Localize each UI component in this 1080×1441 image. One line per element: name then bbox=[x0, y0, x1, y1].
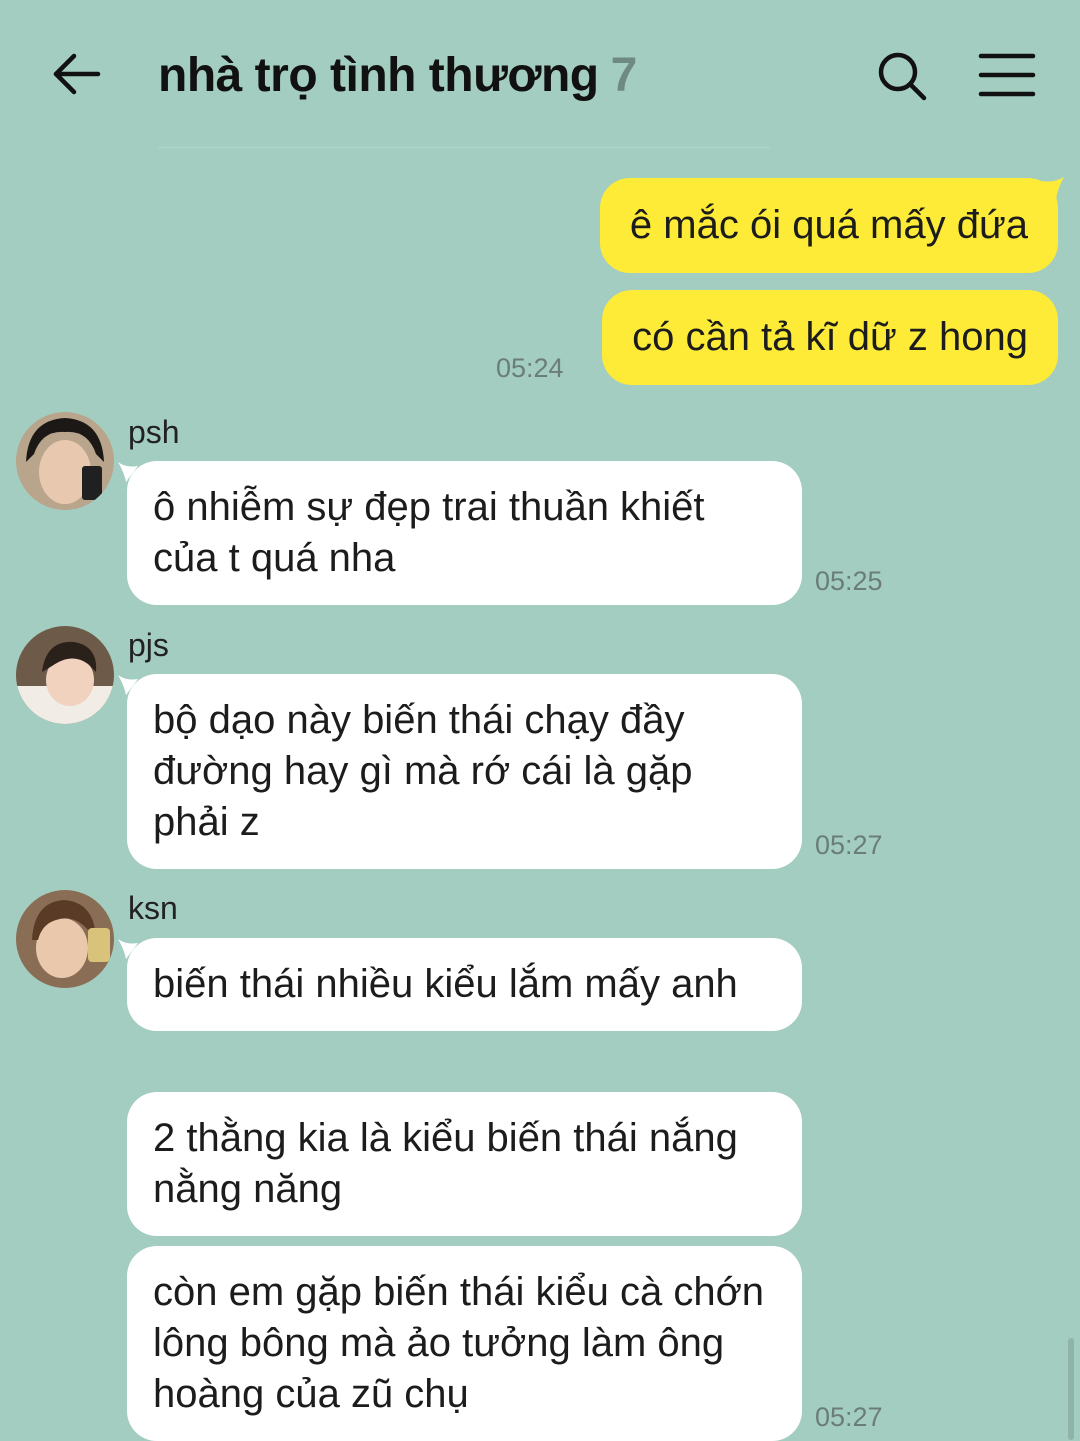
message-text: còn em gặp biến thái kiểu cà chớn lông b… bbox=[153, 1270, 765, 1416]
message-bubble[interactable]: ô nhiễm sự đẹp trai thuần khiết của t qu… bbox=[127, 461, 802, 605]
my-message-bubble[interactable]: có cần tả kĩ dữ z hong bbox=[602, 290, 1058, 385]
sender-name: pjs bbox=[128, 627, 169, 663]
message-time: 05:27 bbox=[815, 1402, 883, 1432]
hamburger-menu-icon bbox=[978, 53, 1036, 97]
profile-photo bbox=[16, 412, 114, 510]
member-count: 7 bbox=[610, 49, 638, 102]
chat-title-text: nhà trọ tình thương bbox=[158, 49, 599, 102]
chat-title: nhà trọ tình thương 7 bbox=[158, 44, 637, 108]
arrow-left-icon bbox=[53, 53, 101, 95]
search-icon bbox=[878, 52, 927, 101]
message-time: 05:25 bbox=[815, 566, 883, 596]
message-bubble[interactable]: còn em gặp biến thái kiểu cà chớn lông b… bbox=[127, 1246, 802, 1441]
message-bubble[interactable]: biến thái nhiều kiểu lắm mấy anh bbox=[127, 938, 802, 1031]
message-text: có cần tả kĩ dữ z hong bbox=[632, 315, 1028, 359]
message-text: 2 thằng kia là kiểu biến thái nắng nằng … bbox=[153, 1116, 738, 1211]
menu-button[interactable] bbox=[978, 50, 1036, 100]
message-bubble[interactable]: bộ dạo này biến thái chạy đầy đường hay … bbox=[127, 674, 802, 869]
message-time: 05:27 bbox=[815, 830, 883, 860]
message-time: 05:24 bbox=[496, 353, 564, 383]
message-text: bộ dạo này biến thái chạy đầy đường hay … bbox=[153, 698, 693, 844]
back-button[interactable] bbox=[48, 48, 104, 104]
my-message-bubble[interactable]: ê mắc ói quá mấy đứa bbox=[599, 178, 1058, 273]
header-divider bbox=[158, 147, 770, 148]
scrollbar[interactable] bbox=[1068, 1338, 1074, 1440]
sender-name: psh bbox=[128, 414, 180, 450]
profile-photo bbox=[16, 890, 114, 988]
message-text: ê mắc ói quá mấy đứa bbox=[629, 203, 1028, 247]
avatar-psh[interactable] bbox=[16, 412, 114, 510]
message-text: biến thái nhiều kiểu lắm mấy anh bbox=[153, 962, 738, 1006]
message-bubble[interactable]: 2 thằng kia là kiểu biến thái nắng nằng … bbox=[127, 1092, 802, 1236]
search-button[interactable] bbox=[874, 48, 930, 104]
chat-header: nhà trọ tình thương 7 bbox=[0, 0, 1080, 150]
sender-name: ksn bbox=[128, 890, 178, 926]
avatar-ksn[interactable] bbox=[16, 890, 114, 988]
avatar-pjs[interactable] bbox=[16, 626, 114, 724]
profile-photo bbox=[16, 626, 114, 724]
message-text: ô nhiễm sự đẹp trai thuần khiết của t qu… bbox=[153, 485, 705, 580]
